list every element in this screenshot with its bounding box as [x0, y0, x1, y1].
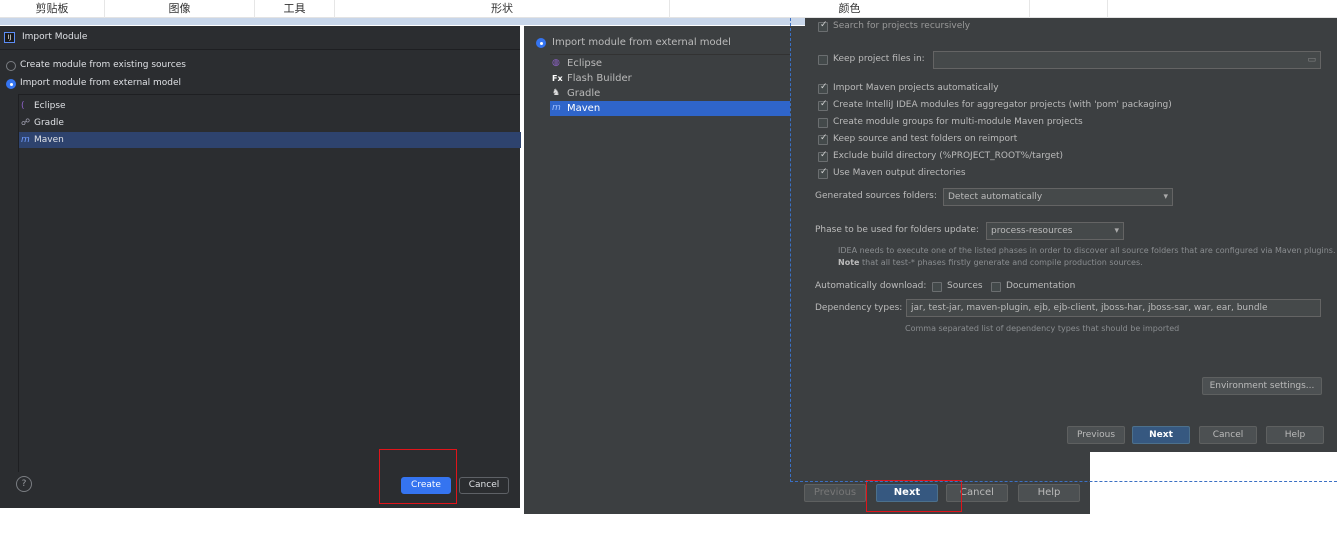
- keep-source-label: Keep source and test folders on reimport: [833, 134, 1018, 144]
- keep-files-path-input[interactable]: ▭: [933, 51, 1321, 69]
- intellij-logo-icon: IJ: [4, 32, 15, 43]
- next-button[interactable]: Next: [1132, 426, 1190, 444]
- flash-builder-icon: Fx: [552, 74, 563, 83]
- cancel-button[interactable]: Cancel: [459, 477, 509, 494]
- gradle-icon: ♞: [552, 88, 561, 98]
- maven-icon: m: [552, 103, 561, 113]
- option-external-label[interactable]: Import module from external model: [20, 78, 181, 88]
- environment-settings-button[interactable]: Environment settings...: [1202, 377, 1322, 395]
- help-button-old[interactable]: Help: [1018, 484, 1080, 502]
- phase-note-2: Note that all test-* phases firstly gene…: [838, 258, 1143, 267]
- ribbon-tools[interactable]: 工具: [255, 0, 335, 18]
- list-item-maven[interactable]: m Maven: [19, 132, 521, 148]
- phase-note: IDEA needs to execute one of the listed …: [838, 246, 1336, 255]
- maven-icon: m: [21, 135, 30, 145]
- list-item-eclipse[interactable]: ( Eclipse: [19, 98, 521, 114]
- help-icon[interactable]: ?: [16, 476, 32, 492]
- folder-icon[interactable]: ▭: [1307, 52, 1316, 68]
- list-item-flash-builder[interactable]: Fx Flash Builder: [550, 71, 790, 86]
- sources-label: Sources: [947, 281, 983, 291]
- use-output-checkbox[interactable]: [818, 167, 828, 179]
- auto-download-label: Automatically download:: [815, 281, 927, 291]
- create-modules-checkbox[interactable]: [818, 99, 828, 111]
- phase-label: Phase to be used for folders update:: [815, 225, 979, 235]
- ribbon-tabs: 剪贴板 图像 工具 形状 颜色: [0, 0, 1337, 18]
- exclude-build-label: Exclude build directory (%PROJECT_ROOT%/…: [833, 151, 1064, 161]
- import-auto-label: Import Maven projects automatically: [833, 83, 999, 93]
- model-list-old: ◍ Eclipse Fx Flash Builder ♞ Gradle m Ma…: [550, 54, 790, 474]
- option-external-label-old[interactable]: Import module from external model: [552, 37, 731, 48]
- phase-select[interactable]: process-resources: [986, 222, 1124, 240]
- previous-button[interactable]: Previous: [1067, 426, 1125, 444]
- search-recursive-checkbox[interactable]: [818, 20, 828, 32]
- eclipse-icon: (: [21, 101, 25, 111]
- highlight-create: [379, 449, 457, 504]
- option-existing-label[interactable]: Create module from existing sources: [20, 60, 186, 70]
- list-item-gradle[interactable]: ☍ Gradle: [19, 115, 521, 131]
- eclipse-icon: ◍: [552, 58, 560, 68]
- dep-types-hint: Comma separated list of dependency types…: [905, 324, 1180, 333]
- dialog-title: Import Module: [22, 32, 88, 42]
- cancel-button[interactable]: Cancel: [1199, 426, 1257, 444]
- dialog-title-bar: IJ Import Module: [0, 26, 520, 50]
- use-output-label: Use Maven output directories: [833, 168, 966, 178]
- ribbon-colors[interactable]: 颜色: [670, 0, 1030, 18]
- highlight-next: [866, 480, 962, 512]
- ribbon-image[interactable]: 图像: [105, 0, 255, 18]
- help-button[interactable]: Help: [1266, 426, 1324, 444]
- ribbon-clipboard[interactable]: 剪贴板: [0, 0, 105, 18]
- create-modules-label: Create IntelliJ IDEA modules for aggrega…: [833, 100, 1172, 110]
- list-item-gradle[interactable]: ♞ Gradle: [550, 86, 790, 101]
- search-recursive-label: Search for projects recursively: [833, 21, 971, 31]
- import-module-dialog: IJ Import Module Create module from exis…: [0, 26, 521, 508]
- ribbon-shapes[interactable]: 形状: [335, 0, 670, 18]
- dep-types-label: Dependency types:: [815, 303, 903, 313]
- radio-existing-sources[interactable]: [6, 61, 16, 71]
- sources-checkbox[interactable]: [932, 282, 942, 292]
- radio-external-model-old[interactable]: [536, 38, 546, 48]
- documentation-checkbox[interactable]: [991, 282, 1001, 292]
- maven-settings-panel: Search for projects recursively Keep pro…: [805, 18, 1337, 452]
- create-groups-label: Create module groups for multi-module Ma…: [833, 117, 1083, 127]
- documentation-label: Documentation: [1006, 281, 1076, 291]
- dep-types-input[interactable]: jar, test-jar, maven-plugin, ejb, ejb-cl…: [906, 299, 1321, 317]
- radio-external-model[interactable]: [6, 79, 16, 89]
- import-auto-checkbox[interactable]: [818, 82, 828, 94]
- model-list: ( Eclipse ☍ Gradle m Maven: [18, 94, 521, 472]
- keep-files-checkbox[interactable]: [818, 55, 828, 65]
- generated-sources-select[interactable]: Detect automatically: [943, 188, 1173, 206]
- exclude-build-checkbox[interactable]: [818, 150, 828, 162]
- ribbon-empty: [1030, 0, 1108, 18]
- list-item-eclipse[interactable]: ◍ Eclipse: [550, 56, 790, 71]
- generated-sources-label: Generated sources folders:: [815, 191, 937, 201]
- keep-files-label: Keep project files in:: [833, 54, 925, 64]
- gradle-icon: ☍: [21, 118, 31, 128]
- previous-button-old[interactable]: Previous: [804, 484, 866, 502]
- keep-source-checkbox[interactable]: [818, 133, 828, 145]
- create-groups-checkbox[interactable]: [818, 118, 828, 128]
- list-item-maven[interactable]: m Maven: [550, 101, 790, 116]
